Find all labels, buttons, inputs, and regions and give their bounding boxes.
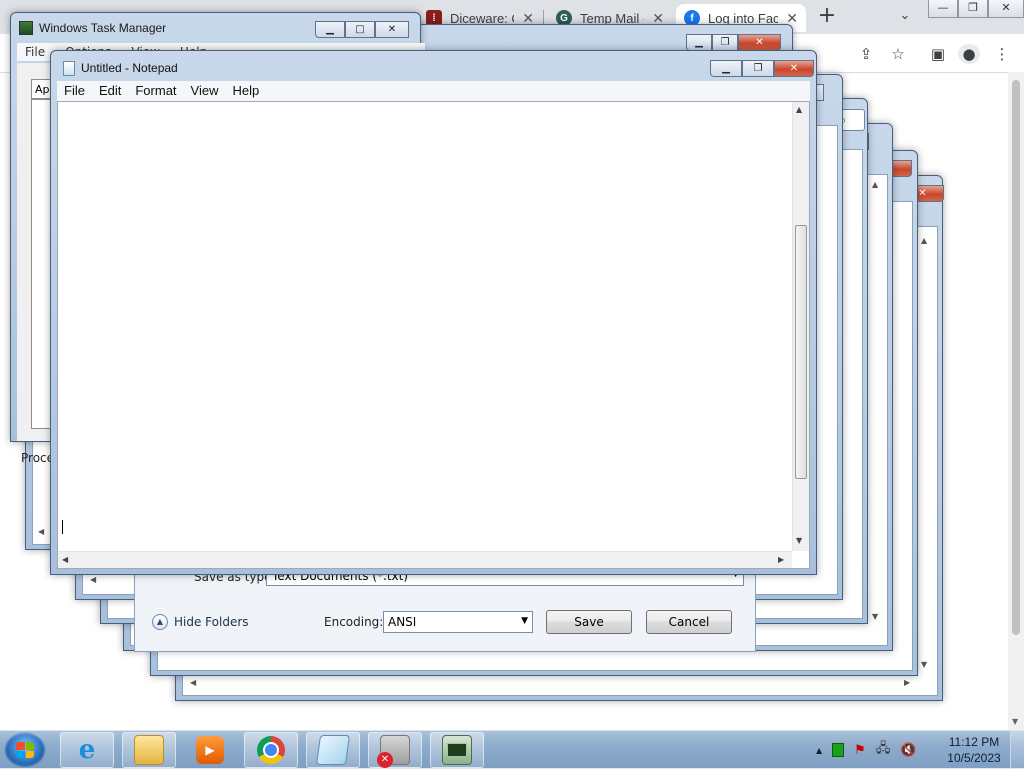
encoding-label: Encoding: bbox=[324, 615, 384, 629]
notepad-window: Untitled - Notepad ▁ ❐ ✕ File Edit Forma… bbox=[50, 50, 817, 575]
scroll-left-arrow-icon[interactable]: ◀ bbox=[62, 555, 68, 564]
clock-time: 11:12 PM bbox=[948, 735, 1000, 749]
restore-button[interactable]: ❐ bbox=[712, 34, 738, 51]
cancel-button[interactable]: Cancel bbox=[646, 610, 732, 634]
scroll-up-arrow-icon[interactable]: ▲ bbox=[796, 105, 802, 114]
tray-monitor-icon[interactable] bbox=[832, 743, 845, 757]
scroll-left-arrow-icon[interactable]: ◀ bbox=[90, 575, 96, 584]
menu-file[interactable]: File bbox=[57, 81, 92, 101]
horizontal-scrollbar[interactable]: ◀ ▶ bbox=[58, 551, 792, 568]
taskbar-windows-explorer[interactable] bbox=[122, 732, 176, 768]
taskbar-clock[interactable]: 11:12 PM 10/5/2023 bbox=[944, 734, 1004, 766]
internet-explorer-icon: e bbox=[78, 735, 96, 765]
scroll-left-arrow-icon[interactable]: ◀ bbox=[38, 527, 44, 536]
taskbar-error-app[interactable]: ✕ bbox=[368, 732, 422, 768]
notepad-icon bbox=[315, 735, 351, 765]
menu-format[interactable]: Format bbox=[128, 81, 183, 101]
close-button[interactable]: ✕ bbox=[375, 21, 409, 38]
maximize-button[interactable]: □ bbox=[345, 21, 375, 38]
maximize-button[interactable]: ❐ bbox=[742, 60, 774, 77]
chrome-restore-button[interactable]: ❐ bbox=[958, 0, 988, 18]
taskbar-notepad[interactable] bbox=[306, 732, 360, 768]
scrollbar-thumb[interactable] bbox=[1012, 80, 1020, 635]
save-button[interactable]: Save bbox=[546, 610, 632, 634]
taskbar-media-player[interactable]: ▶ bbox=[184, 732, 236, 768]
text-caret bbox=[62, 520, 63, 534]
menu-view[interactable]: View bbox=[184, 81, 226, 101]
scroll-down-arrow-icon[interactable]: ▼ bbox=[872, 612, 878, 621]
media-player-icon: ▶ bbox=[196, 736, 224, 764]
hide-folders-button[interactable]: ▲ Hide Folders bbox=[152, 614, 249, 630]
network-disconnected-icon[interactable]: 🖧 bbox=[876, 739, 891, 761]
taskbar-task-manager[interactable] bbox=[430, 732, 484, 768]
more-menu-icon[interactable]: ⋮ bbox=[992, 44, 1012, 64]
minimize-button[interactable]: ▁ bbox=[686, 34, 712, 51]
menu-help[interactable]: Help bbox=[225, 81, 266, 101]
encoding-select[interactable]: ANSI ▼ bbox=[383, 611, 533, 633]
close-button[interactable]: ✕ bbox=[774, 60, 814, 77]
scroll-right-arrow-icon[interactable]: ▶ bbox=[904, 678, 910, 687]
chevron-up-icon: ▲ bbox=[152, 614, 168, 630]
task-manager-app-icon bbox=[19, 21, 33, 35]
scroll-up-arrow-icon[interactable]: ▲ bbox=[872, 180, 878, 189]
minimize-button[interactable]: ▁ bbox=[710, 60, 742, 77]
error-app-icon: ✕ bbox=[377, 735, 410, 768]
clock-date: 10/5/2023 bbox=[947, 751, 1001, 765]
show-hidden-icons-icon[interactable]: ▲ bbox=[816, 746, 822, 755]
taskbar-internet-explorer[interactable]: e bbox=[60, 732, 114, 768]
tab-search-chevron-icon[interactable]: ⌄ bbox=[896, 8, 914, 26]
bookmark-star-icon[interactable]: ☆ bbox=[888, 44, 908, 64]
side-panel-icon[interactable]: ▣ bbox=[928, 44, 948, 64]
notepad-text-area[interactable]: ▲ ▼ ◀ ▶ bbox=[57, 101, 810, 569]
notepad-app-icon bbox=[63, 61, 75, 76]
new-tab-button[interactable]: + bbox=[816, 5, 838, 27]
scroll-up-arrow-icon[interactable]: ▲ bbox=[921, 236, 927, 245]
windows-explorer-icon bbox=[134, 735, 164, 765]
notepad-menubar: File Edit Format View Help bbox=[57, 81, 810, 101]
scrollbar-thumb[interactable] bbox=[795, 225, 807, 479]
chrome-close-button[interactable]: ✕ bbox=[988, 0, 1024, 18]
volume-muted-icon[interactable]: 🔇 bbox=[900, 743, 916, 758]
window-title: Untitled - Notepad bbox=[81, 61, 178, 75]
scroll-down-arrow-icon[interactable]: ▼ bbox=[921, 660, 927, 669]
window-title: Windows Task Manager bbox=[39, 21, 167, 35]
hide-folders-label: Hide Folders bbox=[174, 615, 249, 629]
scroll-down-arrow-icon[interactable]: ▼ bbox=[796, 536, 802, 545]
close-button[interactable]: ✕ bbox=[738, 34, 781, 51]
share-icon[interactable]: ⇪ bbox=[856, 44, 876, 64]
minimize-button[interactable]: ▁ bbox=[315, 21, 345, 38]
vertical-scrollbar[interactable]: ▲ ▼ bbox=[792, 102, 809, 551]
chrome-page-scrollbar[interactable]: ▼ bbox=[1008, 72, 1024, 730]
chevron-down-icon: ▼ bbox=[521, 616, 528, 626]
chrome-minimize-button[interactable]: — bbox=[928, 0, 958, 18]
action-center-warning-icon[interactable]: ⚑ bbox=[854, 743, 866, 758]
chrome-icon bbox=[257, 736, 285, 764]
menu-file[interactable]: File bbox=[25, 43, 45, 61]
system-tray: ▲ ⚑ 🖧 🔇 bbox=[812, 731, 946, 769]
taskbar-chrome[interactable] bbox=[244, 732, 298, 768]
scroll-right-arrow-icon[interactable]: ▶ bbox=[778, 555, 784, 564]
windows-logo-icon bbox=[16, 742, 34, 758]
scroll-left-arrow-icon[interactable]: ◀ bbox=[190, 678, 196, 687]
task-manager-icon bbox=[442, 735, 472, 765]
encoding-value: ANSI bbox=[388, 615, 417, 629]
profile-avatar-icon[interactable]: ● bbox=[958, 44, 980, 64]
scroll-down-arrow-icon[interactable]: ▼ bbox=[1012, 717, 1018, 726]
menu-edit[interactable]: Edit bbox=[92, 81, 128, 101]
start-button[interactable] bbox=[4, 732, 46, 768]
show-desktop-button[interactable] bbox=[1010, 731, 1024, 769]
windows-taskbar: e ▶ ✕ ▲ ⚑ 🖧 🔇 11:12 PM 10/5/2023 bbox=[0, 730, 1024, 769]
